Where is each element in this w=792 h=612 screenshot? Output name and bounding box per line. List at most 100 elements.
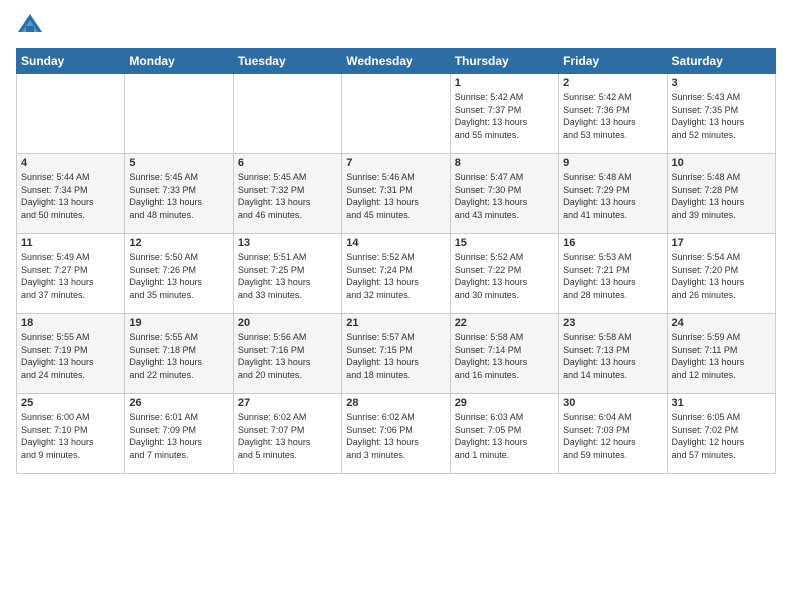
day-number: 2 [563,77,662,89]
day-number: 9 [563,157,662,169]
day-detail: Sunrise: 6:00 AM Sunset: 7:10 PM Dayligh… [21,411,120,461]
day-number: 28 [346,397,445,409]
calendar-day: 6 Sunrise: 5:45 AM Sunset: 7:32 PM Daylig… [233,154,341,234]
calendar-day: 14 Sunrise: 5:52 AM Sunset: 7:24 PM Dayli… [342,234,450,314]
day-detail: Sunrise: 5:58 AM Sunset: 7:14 PM Dayligh… [455,331,554,381]
calendar-day: 22 Sunrise: 5:58 AM Sunset: 7:14 PM Dayli… [450,314,558,394]
day-number: 1 [455,77,554,89]
logo [16,12,48,40]
calendar-week: 4 Sunrise: 5:44 AM Sunset: 7:34 PM Daylig… [17,154,776,234]
day-detail: Sunrise: 5:45 AM Sunset: 7:33 PM Dayligh… [129,171,228,221]
day-number: 24 [672,317,771,329]
day-detail: Sunrise: 6:02 AM Sunset: 7:07 PM Dayligh… [238,411,337,461]
day-detail: Sunrise: 5:44 AM Sunset: 7:34 PM Dayligh… [21,171,120,221]
day-number: 30 [563,397,662,409]
weekday-header: Monday [125,49,233,74]
day-detail: Sunrise: 5:53 AM Sunset: 7:21 PM Dayligh… [563,251,662,301]
day-detail: Sunrise: 6:05 AM Sunset: 7:02 PM Dayligh… [672,411,771,461]
calendar-day: 19 Sunrise: 5:55 AM Sunset: 7:18 PM Dayli… [125,314,233,394]
day-number: 7 [346,157,445,169]
day-detail: Sunrise: 5:50 AM Sunset: 7:26 PM Dayligh… [129,251,228,301]
day-detail: Sunrise: 5:48 AM Sunset: 7:28 PM Dayligh… [672,171,771,221]
weekday-header: Wednesday [342,49,450,74]
day-detail: Sunrise: 5:52 AM Sunset: 7:24 PM Dayligh… [346,251,445,301]
day-detail: Sunrise: 6:02 AM Sunset: 7:06 PM Dayligh… [346,411,445,461]
calendar-week: 25 Sunrise: 6:00 AM Sunset: 7:10 PM Dayli… [17,394,776,474]
calendar-day [342,74,450,154]
calendar-day: 11 Sunrise: 5:49 AM Sunset: 7:27 PM Dayli… [17,234,125,314]
page: SundayMondayTuesdayWednesdayThursdayFrid… [0,0,792,612]
calendar-day: 1Sunrise: 5:42 AM Sunset: 7:37 PM Daylig… [450,74,558,154]
calendar-week: 18 Sunrise: 5:55 AM Sunset: 7:19 PM Dayli… [17,314,776,394]
day-number: 18 [21,317,120,329]
day-detail: Sunrise: 5:46 AM Sunset: 7:31 PM Dayligh… [346,171,445,221]
header-row: SundayMondayTuesdayWednesdayThursdayFrid… [17,49,776,74]
day-number: 13 [238,237,337,249]
day-number: 14 [346,237,445,249]
day-detail: Sunrise: 5:51 AM Sunset: 7:25 PM Dayligh… [238,251,337,301]
calendar-day: 17 Sunrise: 5:54 AM Sunset: 7:20 PM Dayli… [667,234,775,314]
calendar-day: 2 Sunrise: 5:42 AM Sunset: 7:36 PM Daylig… [559,74,667,154]
weekday-header: Saturday [667,49,775,74]
day-detail: Sunrise: 5:48 AM Sunset: 7:29 PM Dayligh… [563,171,662,221]
calendar-day: 10Sunrise: 5:48 AM Sunset: 7:28 PM Dayli… [667,154,775,234]
day-detail: Sunrise: 5:43 AM Sunset: 7:35 PM Dayligh… [672,91,771,141]
day-detail: Sunrise: 5:42 AM Sunset: 7:36 PM Dayligh… [563,91,662,141]
day-detail: Sunrise: 5:57 AM Sunset: 7:15 PM Dayligh… [346,331,445,381]
calendar-day: 24 Sunrise: 5:59 AM Sunset: 7:11 PM Dayli… [667,314,775,394]
weekday-header: Sunday [17,49,125,74]
day-detail: Sunrise: 5:55 AM Sunset: 7:18 PM Dayligh… [129,331,228,381]
day-number: 6 [238,157,337,169]
calendar-week: 11 Sunrise: 5:49 AM Sunset: 7:27 PM Dayli… [17,234,776,314]
calendar-day: 23 Sunrise: 5:58 AM Sunset: 7:13 PM Dayli… [559,314,667,394]
weekday-header: Thursday [450,49,558,74]
day-number: 26 [129,397,228,409]
weekday-header: Friday [559,49,667,74]
calendar-week: 1Sunrise: 5:42 AM Sunset: 7:37 PM Daylig… [17,74,776,154]
logo-icon [16,12,44,40]
calendar-day: 9 Sunrise: 5:48 AM Sunset: 7:29 PM Daylig… [559,154,667,234]
calendar-day [17,74,125,154]
calendar-day: 18 Sunrise: 5:55 AM Sunset: 7:19 PM Dayli… [17,314,125,394]
day-detail: Sunrise: 5:49 AM Sunset: 7:27 PM Dayligh… [21,251,120,301]
calendar-day: 4 Sunrise: 5:44 AM Sunset: 7:34 PM Daylig… [17,154,125,234]
calendar-day: 12Sunrise: 5:50 AM Sunset: 7:26 PM Dayli… [125,234,233,314]
day-detail: Sunrise: 5:54 AM Sunset: 7:20 PM Dayligh… [672,251,771,301]
day-number: 31 [672,397,771,409]
calendar-day: 7 Sunrise: 5:46 AM Sunset: 7:31 PM Daylig… [342,154,450,234]
day-number: 22 [455,317,554,329]
weekday-header: Tuesday [233,49,341,74]
calendar-day: 20Sunrise: 5:56 AM Sunset: 7:16 PM Dayli… [233,314,341,394]
day-detail: Sunrise: 5:58 AM Sunset: 7:13 PM Dayligh… [563,331,662,381]
day-number: 3 [672,77,771,89]
day-detail: Sunrise: 6:03 AM Sunset: 7:05 PM Dayligh… [455,411,554,461]
day-detail: Sunrise: 5:55 AM Sunset: 7:19 PM Dayligh… [21,331,120,381]
day-number: 19 [129,317,228,329]
day-number: 15 [455,237,554,249]
day-detail: Sunrise: 5:47 AM Sunset: 7:30 PM Dayligh… [455,171,554,221]
day-number: 5 [129,157,228,169]
calendar-day: 25 Sunrise: 6:00 AM Sunset: 7:10 PM Dayli… [17,394,125,474]
day-detail: Sunrise: 5:59 AM Sunset: 7:11 PM Dayligh… [672,331,771,381]
calendar-day: 21 Sunrise: 5:57 AM Sunset: 7:15 PM Dayli… [342,314,450,394]
calendar-day: 13 Sunrise: 5:51 AM Sunset: 7:25 PM Dayli… [233,234,341,314]
day-number: 11 [21,237,120,249]
day-number: 23 [563,317,662,329]
calendar-day: 16Sunrise: 5:53 AM Sunset: 7:21 PM Dayli… [559,234,667,314]
day-number: 8 [455,157,554,169]
day-detail: Sunrise: 5:45 AM Sunset: 7:32 PM Dayligh… [238,171,337,221]
day-detail: Sunrise: 6:01 AM Sunset: 7:09 PM Dayligh… [129,411,228,461]
day-number: 21 [346,317,445,329]
calendar-day: 31 Sunrise: 6:05 AM Sunset: 7:02 PM Dayli… [667,394,775,474]
day-detail: Sunrise: 5:52 AM Sunset: 7:22 PM Dayligh… [455,251,554,301]
calendar-day [125,74,233,154]
calendar-day: 27 Sunrise: 6:02 AM Sunset: 7:07 PM Dayli… [233,394,341,474]
day-number: 4 [21,157,120,169]
day-number: 27 [238,397,337,409]
day-number: 25 [21,397,120,409]
calendar-day: 5 Sunrise: 5:45 AM Sunset: 7:33 PM Daylig… [125,154,233,234]
day-number: 17 [672,237,771,249]
calendar-day [233,74,341,154]
calendar-day: 8 Sunrise: 5:47 AM Sunset: 7:30 PM Daylig… [450,154,558,234]
day-detail: Sunrise: 5:56 AM Sunset: 7:16 PM Dayligh… [238,331,337,381]
